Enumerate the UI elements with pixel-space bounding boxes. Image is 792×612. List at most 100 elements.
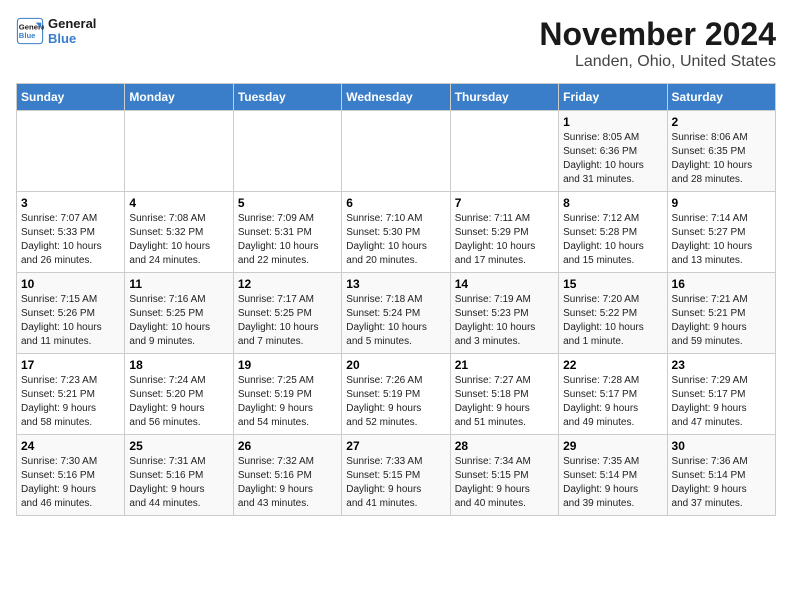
calendar-cell: 7Sunrise: 7:11 AM Sunset: 5:29 PM Daylig… (450, 192, 558, 273)
day-number: 21 (455, 358, 554, 372)
day-number: 18 (129, 358, 228, 372)
day-info: Sunrise: 7:26 AM Sunset: 5:19 PM Dayligh… (346, 374, 445, 430)
day-number: 11 (129, 277, 228, 291)
calendar-cell: 8Sunrise: 7:12 AM Sunset: 5:28 PM Daylig… (559, 192, 667, 273)
weekday-header-cell: Wednesday (342, 84, 450, 111)
month-title: November 2024 (539, 16, 776, 53)
day-number: 1 (563, 115, 662, 129)
calendar-cell (233, 111, 341, 192)
day-info: Sunrise: 7:21 AM Sunset: 5:21 PM Dayligh… (672, 293, 771, 349)
calendar-cell (450, 111, 558, 192)
calendar-cell: 26 Sunrise: 7:32 AM Sunset: 5:16 PM Dayli… (233, 435, 341, 516)
weekday-header-cell: Saturday (667, 84, 775, 111)
day-info: Sunrise: 7:10 AM Sunset: 5:30 PM Dayligh… (346, 212, 445, 268)
calendar-cell: 11 Sunrise: 7:16 AM Sunset: 5:25 PM Dayli… (125, 273, 233, 354)
calendar-cell: 17Sunrise: 7:23 AM Sunset: 5:21 PM Dayli… (17, 354, 125, 435)
calendar-week-row: 10 Sunrise: 7:15 AM Sunset: 5:26 PM Dayli… (17, 273, 776, 354)
day-info: Sunrise: 7:09 AM Sunset: 5:31 PM Dayligh… (238, 212, 337, 268)
day-info: Sunrise: 7:27 AM Sunset: 5:18 PM Dayligh… (455, 374, 554, 430)
calendar-cell: 15 Sunrise: 7:20 AM Sunset: 5:22 PM Dayli… (559, 273, 667, 354)
day-info: Sunrise: 7:36 AM Sunset: 5:14 PM Dayligh… (672, 455, 771, 511)
calendar-cell: 13Sunrise: 7:18 AM Sunset: 5:24 PM Dayli… (342, 273, 450, 354)
day-info: Sunrise: 7:28 AM Sunset: 5:17 PM Dayligh… (563, 374, 662, 430)
calendar-cell: 9 Sunrise: 7:14 AM Sunset: 5:27 PM Daylig… (667, 192, 775, 273)
day-number: 6 (346, 196, 445, 210)
day-info: Sunrise: 7:15 AM Sunset: 5:26 PM Dayligh… (21, 293, 120, 349)
day-info: Sunrise: 7:29 AM Sunset: 5:17 PM Dayligh… (672, 374, 771, 430)
day-number: 23 (672, 358, 771, 372)
day-number: 20 (346, 358, 445, 372)
day-info: Sunrise: 7:14 AM Sunset: 5:27 PM Dayligh… (672, 212, 771, 268)
day-number: 24 (21, 439, 120, 453)
day-number: 3 (21, 196, 120, 210)
day-number: 28 (455, 439, 554, 453)
day-info: Sunrise: 7:23 AM Sunset: 5:21 PM Dayligh… (21, 374, 120, 430)
day-number: 10 (21, 277, 120, 291)
weekday-header-cell: Sunday (17, 84, 125, 111)
day-number: 25 (129, 439, 228, 453)
day-number: 14 (455, 277, 554, 291)
day-info: Sunrise: 7:32 AM Sunset: 5:16 PM Dayligh… (238, 455, 337, 511)
calendar-table: SundayMondayTuesdayWednesdayThursdayFrid… (16, 83, 776, 516)
calendar-cell: 10 Sunrise: 7:15 AM Sunset: 5:26 PM Dayli… (17, 273, 125, 354)
title-area: November 2024 Landen, Ohio, United State… (539, 16, 776, 71)
calendar-cell: 28 Sunrise: 7:34 AM Sunset: 5:15 PM Dayli… (450, 435, 558, 516)
calendar-cell: 16Sunrise: 7:21 AM Sunset: 5:21 PM Dayli… (667, 273, 775, 354)
calendar-cell: 19Sunrise: 7:25 AM Sunset: 5:19 PM Dayli… (233, 354, 341, 435)
calendar-week-row: 17Sunrise: 7:23 AM Sunset: 5:21 PM Dayli… (17, 354, 776, 435)
day-info: Sunrise: 7:19 AM Sunset: 5:23 PM Dayligh… (455, 293, 554, 349)
day-number: 12 (238, 277, 337, 291)
calendar-cell (125, 111, 233, 192)
day-info: Sunrise: 8:05 AM Sunset: 6:36 PM Dayligh… (563, 131, 662, 187)
calendar-cell: 14 Sunrise: 7:19 AM Sunset: 5:23 PM Dayli… (450, 273, 558, 354)
calendar-cell: 24 Sunrise: 7:30 AM Sunset: 5:16 PM Dayli… (17, 435, 125, 516)
day-number: 29 (563, 439, 662, 453)
calendar-cell (342, 111, 450, 192)
calendar-cell: 22 Sunrise: 7:28 AM Sunset: 5:17 PM Dayli… (559, 354, 667, 435)
svg-text:Blue: Blue (19, 31, 36, 40)
day-info: Sunrise: 7:34 AM Sunset: 5:15 PM Dayligh… (455, 455, 554, 511)
day-info: Sunrise: 7:30 AM Sunset: 5:16 PM Dayligh… (21, 455, 120, 511)
day-info: Sunrise: 8:06 AM Sunset: 6:35 PM Dayligh… (672, 131, 771, 187)
day-number: 7 (455, 196, 554, 210)
weekday-header-cell: Friday (559, 84, 667, 111)
logo-line1: General (48, 16, 96, 31)
calendar-cell: 1 Sunrise: 8:05 AM Sunset: 6:36 PM Daylig… (559, 111, 667, 192)
calendar-cell: 2 Sunrise: 8:06 AM Sunset: 6:35 PM Daylig… (667, 111, 775, 192)
weekday-header-cell: Monday (125, 84, 233, 111)
day-number: 15 (563, 277, 662, 291)
day-number: 26 (238, 439, 337, 453)
weekday-header-cell: Tuesday (233, 84, 341, 111)
day-info: Sunrise: 7:17 AM Sunset: 5:25 PM Dayligh… (238, 293, 337, 349)
day-number: 2 (672, 115, 771, 129)
logo-icon: General Blue (16, 17, 44, 45)
calendar-week-row: 3 Sunrise: 7:07 AM Sunset: 5:33 PM Daylig… (17, 192, 776, 273)
day-info: Sunrise: 7:24 AM Sunset: 5:20 PM Dayligh… (129, 374, 228, 430)
day-number: 9 (672, 196, 771, 210)
calendar-cell: 30 Sunrise: 7:36 AM Sunset: 5:14 PM Dayli… (667, 435, 775, 516)
day-number: 8 (563, 196, 662, 210)
day-number: 27 (346, 439, 445, 453)
day-number: 22 (563, 358, 662, 372)
location-title: Landen, Ohio, United States (539, 53, 776, 71)
header: General Blue General Blue November 2024 … (16, 16, 776, 71)
calendar-week-row: 24 Sunrise: 7:30 AM Sunset: 5:16 PM Dayli… (17, 435, 776, 516)
day-number: 30 (672, 439, 771, 453)
calendar-cell: 4 Sunrise: 7:08 AM Sunset: 5:32 PM Daylig… (125, 192, 233, 273)
calendar-cell: 29 Sunrise: 7:35 AM Sunset: 5:14 PM Dayli… (559, 435, 667, 516)
day-info: Sunrise: 7:16 AM Sunset: 5:25 PM Dayligh… (129, 293, 228, 349)
day-number: 19 (238, 358, 337, 372)
weekday-header-row: SundayMondayTuesdayWednesdayThursdayFrid… (17, 84, 776, 111)
day-number: 4 (129, 196, 228, 210)
day-info: Sunrise: 7:35 AM Sunset: 5:14 PM Dayligh… (563, 455, 662, 511)
day-number: 5 (238, 196, 337, 210)
weekday-header-cell: Thursday (450, 84, 558, 111)
day-number: 13 (346, 277, 445, 291)
calendar-cell: 12 Sunrise: 7:17 AM Sunset: 5:25 PM Dayli… (233, 273, 341, 354)
day-info: Sunrise: 7:20 AM Sunset: 5:22 PM Dayligh… (563, 293, 662, 349)
calendar-body: 1 Sunrise: 8:05 AM Sunset: 6:36 PM Daylig… (17, 111, 776, 516)
day-info: Sunrise: 7:08 AM Sunset: 5:32 PM Dayligh… (129, 212, 228, 268)
calendar-cell: 18 Sunrise: 7:24 AM Sunset: 5:20 PM Dayli… (125, 354, 233, 435)
calendar-cell: 3 Sunrise: 7:07 AM Sunset: 5:33 PM Daylig… (17, 192, 125, 273)
day-info: Sunrise: 7:07 AM Sunset: 5:33 PM Dayligh… (21, 212, 120, 268)
